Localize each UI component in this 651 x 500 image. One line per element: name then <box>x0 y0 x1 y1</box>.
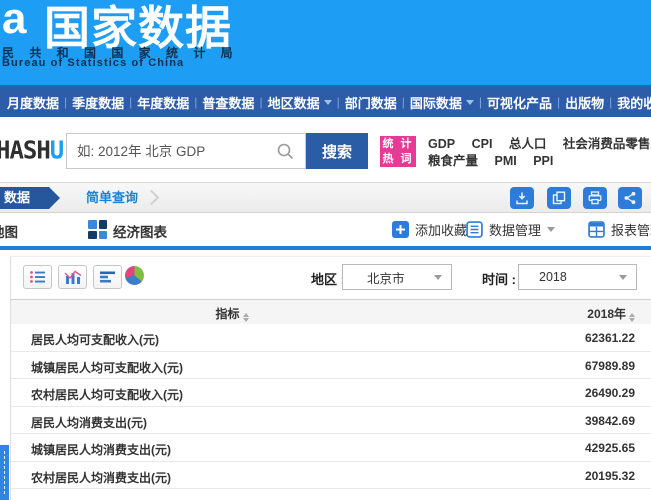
table-body: 居民人均可支配收入(元) 62361.22 城镇居民人均可支配收入(元) 679… <box>11 324 651 489</box>
hot-word-retail[interactable]: 社会消费品零售总额 <box>563 137 651 151</box>
hot-word-gdp[interactable]: GDP <box>428 137 455 151</box>
nav-item-publications[interactable]: 出版物 <box>560 93 609 112</box>
nav-item-regional[interactable]: 地区数据 <box>263 93 337 112</box>
chevron-down-icon <box>547 227 555 232</box>
economic-chart-icon <box>88 220 107 239</box>
chashu-logo: HASHU <box>0 135 63 164</box>
print-button[interactable] <box>583 187 607 209</box>
share-button[interactable] <box>618 187 642 209</box>
hot-word-grain[interactable]: 粮食产量 <box>428 154 478 168</box>
value-cell: 42925.65 <box>585 441 635 455</box>
value-cell: 39842.69 <box>585 414 635 428</box>
region-select[interactable]: 北京市 <box>342 264 452 290</box>
breadcrumb-toolbar: 数据 简单查询 <box>0 182 651 213</box>
table-row: 农村居民人均可支配收入(元) 26490.29 <box>11 379 651 407</box>
chevron-down-icon <box>434 275 442 280</box>
share-icon <box>623 191 637 205</box>
nav-item-monthly[interactable]: 月度数据 <box>2 93 64 112</box>
main-nav: 月度数据 | 季度数据 | 年度数据 | 普查数据 | 地区数据 | 部门数据 … <box>0 87 651 117</box>
table-row: 城镇居民人均消费支出(元) 42925.65 <box>11 434 651 462</box>
indicator-cell: 城镇居民人均可支配收入(元) <box>31 359 183 376</box>
time-select[interactable]: 2018 <box>518 264 637 290</box>
hot-word-cpi[interactable]: CPI <box>472 137 493 151</box>
printer-icon <box>588 191 602 205</box>
view-tabs-row: 地图 经济图表 添加收藏 数据管理 报表管理 <box>0 213 651 246</box>
report-manage-icon <box>588 221 605 238</box>
tab-simple-query[interactable]: 简单查询 <box>86 187 138 209</box>
table-row: 居民人均可支配收入(元) 62361.22 <box>11 324 651 352</box>
sort-icon <box>243 313 249 322</box>
column-header-indicator[interactable]: 指标 <box>172 305 292 322</box>
data-manage-button[interactable]: 数据管理 <box>466 220 555 239</box>
nav-item-international[interactable]: 国际数据 <box>405 93 479 112</box>
tab-economic-chart[interactable]: 经济图表 <box>113 221 167 241</box>
chevron-right-icon <box>144 190 160 206</box>
copy-button[interactable] <box>547 187 571 209</box>
hbar-view-button[interactable] <box>93 265 122 289</box>
search-bar-section: HASHU 搜索 统 计 热 词 GDP CPI 总人口 社会消费品零售总额 粮… <box>0 117 651 182</box>
value-cell: 26490.29 <box>585 386 635 400</box>
table-row: 城镇居民人均可支配收入(元) 67989.89 <box>11 352 651 380</box>
value-cell: 62361.22 <box>585 331 635 345</box>
search-input[interactable] <box>66 133 306 169</box>
value-cell: 67989.89 <box>585 359 635 373</box>
chevron-down-icon <box>324 100 332 105</box>
bureau-name-en: Bureau of Statistics of China <box>2 57 184 69</box>
data-manage-icon <box>466 221 483 238</box>
nav-item-visualization[interactable]: 可视化产品 <box>482 93 557 112</box>
side-panel-handle[interactable] <box>0 445 9 500</box>
nav-item-census[interactable]: 普查数据 <box>197 93 259 112</box>
time-label: 时间 : <box>482 269 516 288</box>
search-magnifier-icon <box>276 142 295 161</box>
value-cell: 20195.32 <box>585 469 635 483</box>
logo-wordmark-partial: a <box>2 0 26 44</box>
download-button[interactable] <box>510 187 534 209</box>
indicator-cell: 居民人均可支配收入(元) <box>31 331 159 348</box>
plus-icon <box>392 221 409 238</box>
table-row: 农村居民人均消费支出(元) 20195.32 <box>11 462 651 490</box>
nav-item-annual[interactable]: 年度数据 <box>132 93 194 112</box>
handle-grip-icon <box>4 451 5 494</box>
indicator-cell: 城镇居民人均消费支出(元) <box>31 441 171 458</box>
nav-item-favorites[interactable]: 我的收藏 <box>612 93 651 112</box>
add-favorite-button[interactable]: 添加收藏 <box>392 220 467 239</box>
indicator-cell: 农村居民人均可支配收入(元) <box>31 386 183 403</box>
table-row: 居民人均消费支出(元) 39842.69 <box>11 407 651 435</box>
region-label: 地区 : <box>311 269 345 288</box>
indicator-cell: 农村居民人均消费支出(元) <box>31 469 171 486</box>
hot-word-population[interactable]: 总人口 <box>509 137 547 151</box>
column-header-year[interactable]: 2018年 <box>587 305 635 322</box>
pie-view-icon[interactable] <box>125 266 144 285</box>
hot-words-list: GDP CPI 总人口 社会消费品零售总额 粮食产量 PMI PPI <box>428 136 651 170</box>
list-view-button[interactable] <box>23 265 52 289</box>
chevron-down-icon <box>619 275 627 280</box>
chevron-down-icon <box>466 100 474 105</box>
hot-words-badge: 统 计 热 词 <box>380 136 416 167</box>
page: a 国家数据 民 共 和 国 国 家 统 计 局 Bureau of Stati… <box>0 0 651 500</box>
bar-chart-view-button[interactable] <box>58 265 87 289</box>
report-manage-button[interactable]: 报表管理 <box>588 220 651 239</box>
hbar-view-icon <box>99 270 117 284</box>
copy-icon <box>552 191 566 205</box>
query-result-panel: 地区 : 北京市 时间 : 2018 指标 2018年 居民人均可支配收入(元)… <box>0 250 651 500</box>
hot-word-ppi[interactable]: PPI <box>533 154 553 168</box>
nav-item-quarterly[interactable]: 季度数据 <box>67 93 129 112</box>
tab-map[interactable]: 地图 <box>0 221 18 241</box>
bar-chart-view-icon <box>64 270 82 284</box>
table-header: 指标 2018年 <box>11 299 651 325</box>
tab-data[interactable]: 数据 <box>0 187 60 209</box>
nav-item-department[interactable]: 部门数据 <box>340 93 402 112</box>
hot-word-pmi[interactable]: PMI <box>495 154 517 168</box>
indicator-cell: 居民人均消费支出(元) <box>31 414 147 431</box>
search-button[interactable]: 搜索 <box>306 133 368 169</box>
list-view-icon <box>29 270 47 284</box>
download-icon <box>515 191 529 205</box>
sort-icon <box>629 313 635 322</box>
site-header: a 国家数据 民 共 和 国 国 家 统 计 局 Bureau of Stati… <box>0 0 651 87</box>
